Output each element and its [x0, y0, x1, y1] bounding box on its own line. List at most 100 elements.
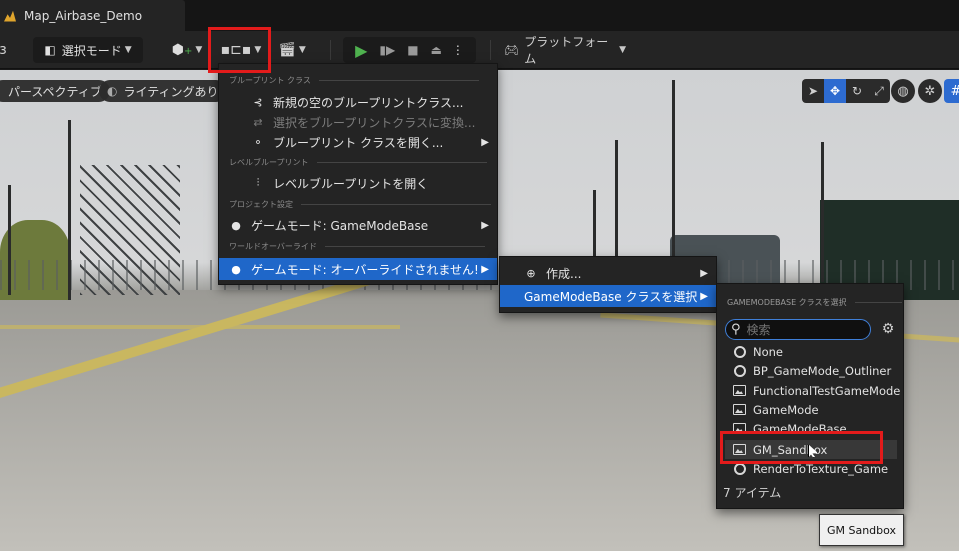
level-icon [4, 10, 16, 22]
chevron-down-icon: ▼ [195, 45, 203, 55]
perspective-button[interactable]: パースペクティブ [0, 80, 110, 102]
chevron-down-icon: ▼ [124, 45, 132, 55]
scale-tool-icon[interactable]: ⤢ [868, 79, 890, 103]
cursor-mode-icon: ◧ [44, 43, 56, 57]
section-label: ワールドオーバーライド [229, 242, 317, 251]
level-blueprint-icon: ⫶ [256, 176, 260, 189]
lighting-mode-button[interactable]: ◐ ライティングあり [99, 80, 227, 102]
level-tab-title: Map_Airbase_Demo [24, 8, 143, 23]
settings-gear-icon[interactable]: ⚙ [879, 320, 897, 338]
menu-item-label: ゲームモード: GameModeBase [251, 218, 429, 233]
highlight-box-gm-sandbox [720, 431, 883, 464]
clapperboard-icon: 🎬︎ [278, 42, 296, 58]
search-input[interactable] [746, 322, 857, 337]
create-gamemode-item[interactable]: ⊕ 作成... ▶ [500, 263, 716, 283]
play-controls: ▶ ▮▶ ■ ⏏ ⋮ [343, 37, 476, 63]
convert-selection-item[interactable]: ⇄ 選択をブループリントクラスに変換... [251, 112, 491, 132]
circle-icon [733, 364, 746, 377]
light-pole [8, 185, 11, 295]
class-image-icon [733, 403, 746, 416]
select-gamemode-class-item[interactable]: GameModeBase クラスを選択 ▶ [500, 285, 716, 307]
translate-tool-icon[interactable]: ✥ [824, 79, 846, 103]
transform-tools: ➤ ✥ ↻ ⤢ [802, 79, 890, 103]
gamemode-class-picker: GAMEMODEBASE クラスを選択 ⚲ ⚙ None BP_GameMode… [716, 283, 904, 509]
light-pole [672, 80, 675, 280]
class-item-functional-test-gamemode[interactable]: FunctionalTestGameMode [733, 381, 900, 400]
open-blueprint-item[interactable]: ⚬ ブループリント クラスを開く... ▶ [251, 132, 497, 152]
class-tooltip: GM Sandbox [819, 514, 904, 546]
select-tool-icon[interactable]: ➤ [802, 79, 824, 103]
project-gamemode-item[interactable]: ● ゲームモード: GameModeBase ▶ [219, 215, 497, 235]
menu-item-label: ゲームモード: オーバーライドされません! [251, 262, 479, 277]
menu-item-label: ブループリント クラスを開く... [273, 135, 444, 150]
open-blueprint-icon: ⚬ [253, 135, 263, 149]
toolbar-divider [490, 40, 491, 60]
bullet-icon: ● [231, 262, 241, 276]
grid-snap-icon[interactable]: # [944, 79, 959, 103]
perspective-label: パースペクティブ [8, 84, 102, 99]
class-item-label: GameMode [753, 402, 819, 417]
new-blueprint-item[interactable]: ⊰ 新規の空のブループリントクラス... [251, 92, 491, 112]
section-header: ワールドオーバーライド [229, 241, 485, 252]
section-header: ブループリント クラス [229, 75, 479, 86]
menu-item-label: 新規の空のブループリントクラス... [273, 95, 464, 110]
rotate-tool-icon[interactable]: ↻ [846, 79, 868, 103]
play-icon[interactable]: ▶ [355, 41, 367, 60]
menu-item-label: 作成... [546, 266, 582, 281]
submenu-arrow-icon: ▶ [481, 136, 489, 148]
class-item-bp-gamemode-outliner[interactable]: BP_GameMode_Outliner [733, 361, 891, 380]
eject-icon[interactable]: ⏏ [431, 43, 442, 57]
gamemode-submenu: ⊕ 作成... ▶ GameModeBase クラスを選択 ▶ [499, 256, 717, 313]
lighting-label: ライティングあり [123, 84, 219, 99]
step-icon[interactable]: ▮▶ [379, 43, 395, 57]
class-item-none[interactable]: None [733, 342, 783, 361]
search-icon: ⚲ [731, 322, 741, 337]
section-label: プロジェクト設定 [229, 200, 293, 209]
class-image-icon [733, 384, 746, 397]
light-pole [821, 142, 824, 282]
surface-snap-icon[interactable]: ✲ [918, 79, 942, 103]
submenu-arrow-icon: ▶ [700, 267, 708, 279]
stop-icon[interactable]: ■ [407, 43, 418, 57]
item-count: 7 アイテム [723, 486, 782, 500]
platform-button[interactable]: 🎮︎ プラットフォーム ▼ [504, 35, 626, 66]
open-level-blueprint-item[interactable]: ⫶ レベルブループリントを開く [251, 173, 491, 193]
class-item-gamemode[interactable]: GameMode [733, 400, 819, 419]
section-label: レベルブループリント [229, 158, 309, 167]
title-bar: Map_Airbase_Demo [0, 0, 959, 31]
class-search-field[interactable]: ⚲ [725, 319, 871, 340]
add-circle-icon: ⊕ [526, 266, 536, 280]
circle-icon [733, 345, 746, 358]
menu-item-label: 選択をブループリントクラスに変換... [273, 115, 476, 130]
picker-header-label: GAMEMODEBASE クラスを選択 [727, 298, 847, 307]
highlight-box-blueprint-button [208, 27, 271, 73]
add-actor-icon: ⬢+ [171, 42, 193, 58]
light-pole [68, 120, 71, 300]
class-item-label: None [753, 344, 784, 359]
level-tab[interactable]: Map_Airbase_Demo [0, 0, 185, 31]
class-item-label: FunctionalTestGameMode [753, 383, 901, 398]
convert-icon: ⇄ [253, 115, 263, 129]
section-header: プロジェクト設定 [229, 199, 491, 210]
more-options-icon[interactable]: ⋮ [452, 43, 464, 57]
toolbar-divider [330, 40, 331, 60]
menu-item-label: レベルブループリントを開く [273, 176, 429, 191]
blueprint-class-icon: ⊰ [253, 95, 263, 109]
submenu-arrow-icon: ▶ [481, 219, 489, 231]
mode-select-button[interactable]: ◧ 選択モード ▼ [33, 37, 143, 63]
class-item-label: BP_GameMode_Outliner [753, 363, 892, 378]
cinematics-button[interactable]: 🎬︎ ▼ [274, 37, 310, 63]
override-gamemode-item[interactable]: ● ゲームモード: オーバーライドされません! ▶ [219, 258, 497, 280]
chevron-down-icon: ▼ [619, 45, 626, 55]
section-label: ブループリント クラス [229, 76, 311, 85]
platform-label: プラットフォーム [524, 35, 609, 66]
submenu-arrow-icon: ▶ [481, 263, 489, 275]
gamepad-icon: 🎮︎ [504, 43, 520, 57]
menu-item-label: GameModeBase クラスを選択 [524, 289, 698, 304]
lighting-icon: ◐ [107, 84, 118, 98]
world-local-icon[interactable]: ◍ [891, 79, 915, 103]
add-actor-button[interactable]: ⬢+ ▼ [170, 37, 204, 63]
toolbar-edge-icon[interactable]: ɜ [0, 37, 10, 63]
blueprint-menu: ブループリント クラス ⊰ 新規の空のブループリントクラス... ⇄ 選択をブル… [218, 63, 498, 285]
picker-header: GAMEMODEBASE クラスを選択 [727, 297, 902, 308]
